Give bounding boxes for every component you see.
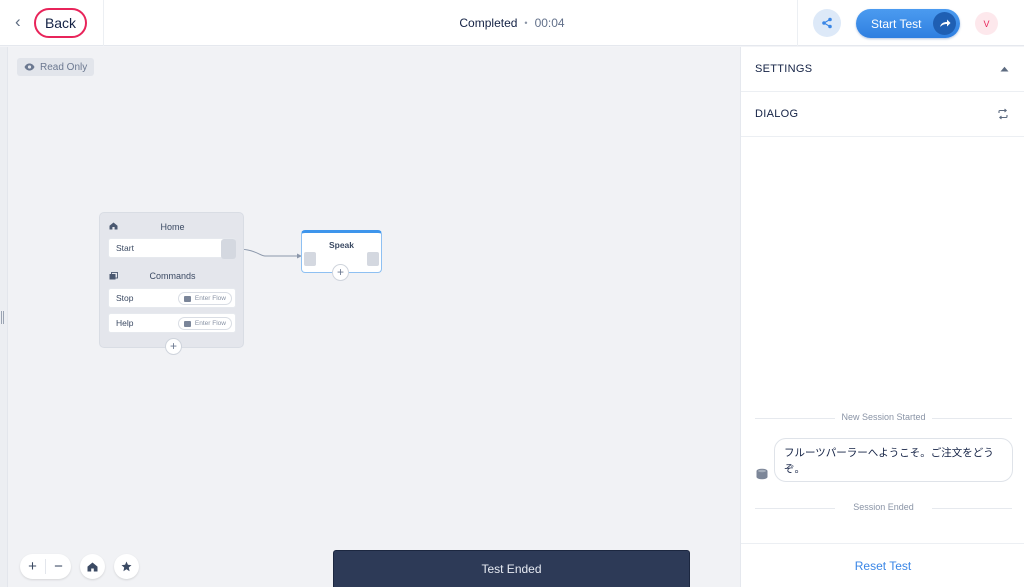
- start-step-label: Start: [116, 243, 134, 253]
- start-step[interactable]: Start: [108, 238, 236, 259]
- speak-output-port[interactable]: [367, 252, 379, 266]
- start-test-button[interactable]: Start Test: [856, 9, 960, 38]
- back-button[interactable]: Back: [34, 8, 87, 38]
- test-panel: SETTINGS DIALOG New Session Started フルーツ…: [740, 47, 1024, 587]
- eye-icon: [24, 63, 35, 71]
- test-ended-banner: Test Ended: [333, 550, 690, 587]
- bot-avatar-icon: [756, 468, 768, 480]
- home-icon: [87, 562, 98, 571]
- zoom-in-button[interactable]: +: [20, 554, 45, 579]
- command-step-stop[interactable]: Stop Enter Flow: [108, 288, 236, 308]
- enter-flow-tag[interactable]: Enter Flow: [177, 292, 232, 305]
- share-button[interactable]: [813, 9, 841, 37]
- reset-test-button[interactable]: Reset Test: [741, 543, 1024, 587]
- home-view-button[interactable]: [80, 554, 105, 579]
- enter-flow-label: Enter Flow: [194, 295, 226, 302]
- read-only-label: Read Only: [40, 61, 88, 73]
- dialog-row: DIALOG: [741, 92, 1024, 137]
- connector-line: [236, 248, 302, 259]
- add-step-button[interactable]: +: [332, 264, 349, 281]
- speak-input-port[interactable]: [304, 252, 316, 266]
- command-label: Stop: [116, 293, 134, 303]
- dialog-label: DIALOG: [755, 108, 799, 120]
- commands-title: Commands: [149, 271, 196, 281]
- new-session-divider: New Session Started: [755, 412, 1012, 424]
- resize-handle[interactable]: [1, 311, 4, 324]
- avatar[interactable]: V: [975, 12, 998, 35]
- enter-flow-label: Enter Flow: [194, 320, 226, 327]
- start-test-label: Start Test: [871, 16, 922, 31]
- command-step-help[interactable]: Help Enter Flow: [108, 313, 236, 333]
- flow-icon: [183, 321, 191, 327]
- start-output-port[interactable]: [221, 239, 236, 259]
- settings-label: SETTINGS: [755, 63, 813, 75]
- refresh-icon[interactable]: [997, 108, 1009, 120]
- speak-block-title: Speak: [328, 240, 355, 250]
- flow-icon: [183, 296, 191, 302]
- command-label: Help: [116, 318, 134, 328]
- timer: 00:04: [534, 16, 565, 30]
- forward-arrow-icon: [933, 12, 956, 35]
- share-icon: [822, 17, 832, 29]
- status-separator: •: [524, 18, 528, 28]
- chevron-left-icon[interactable]: ‹: [15, 13, 21, 31]
- share-area: [797, 0, 844, 46]
- status-text: Completed: [459, 16, 518, 30]
- back-area: ‹ Back: [0, 0, 104, 46]
- bot-message-bubble: フルーツパーラーへようこそ。ご注文をどうぞ。: [774, 438, 1013, 482]
- home-block[interactable]: Home Start Commands Stop Enter Flow Help…: [99, 212, 244, 348]
- enter-flow-tag[interactable]: Enter Flow: [177, 317, 232, 330]
- favorite-button[interactable]: [114, 554, 139, 579]
- zoom-out-button[interactable]: −: [46, 554, 71, 579]
- settings-row[interactable]: SETTINGS: [741, 47, 1024, 92]
- caret-up-icon[interactable]: [1000, 66, 1009, 72]
- session-ended-divider: Session Ended: [755, 502, 1012, 514]
- add-step-button[interactable]: +: [165, 338, 182, 355]
- zoom-controls: + −: [20, 554, 71, 579]
- read-only-badge: Read Only: [17, 58, 94, 76]
- star-icon: [121, 561, 132, 572]
- home-block-title: Home: [160, 222, 185, 232]
- top-bar: ‹ Back Completed • 00:04 Start Test V: [0, 0, 1024, 46]
